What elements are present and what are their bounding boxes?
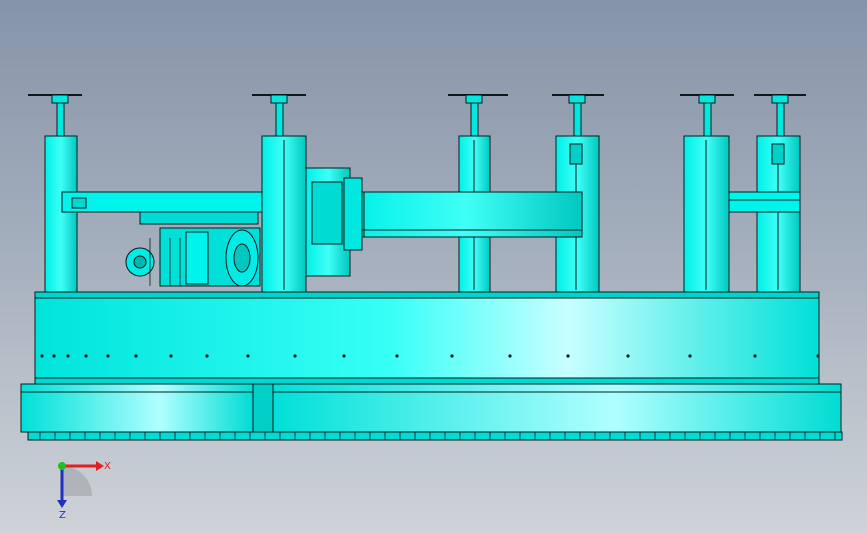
- gearbox-housing: [305, 167, 363, 277]
- left-beam: [61, 191, 263, 225]
- chain-track: [27, 431, 843, 441]
- drive-motor: [125, 227, 261, 287]
- z-axis-label: Z: [59, 510, 66, 521]
- x-axis-label: X: [104, 461, 111, 472]
- coordinate-triad-icon: X Z: [57, 461, 111, 521]
- column-5: [680, 94, 734, 293]
- right-beam: [728, 191, 801, 213]
- right-rail: [272, 383, 842, 433]
- main-base: [34, 291, 820, 387]
- left-rail: [20, 383, 254, 433]
- center-beam: [349, 191, 583, 238]
- rail-joint: [252, 383, 274, 433]
- cad-model-view: X Z: [20, 94, 843, 521]
- cad-viewport[interactable]: X Z: [0, 0, 867, 533]
